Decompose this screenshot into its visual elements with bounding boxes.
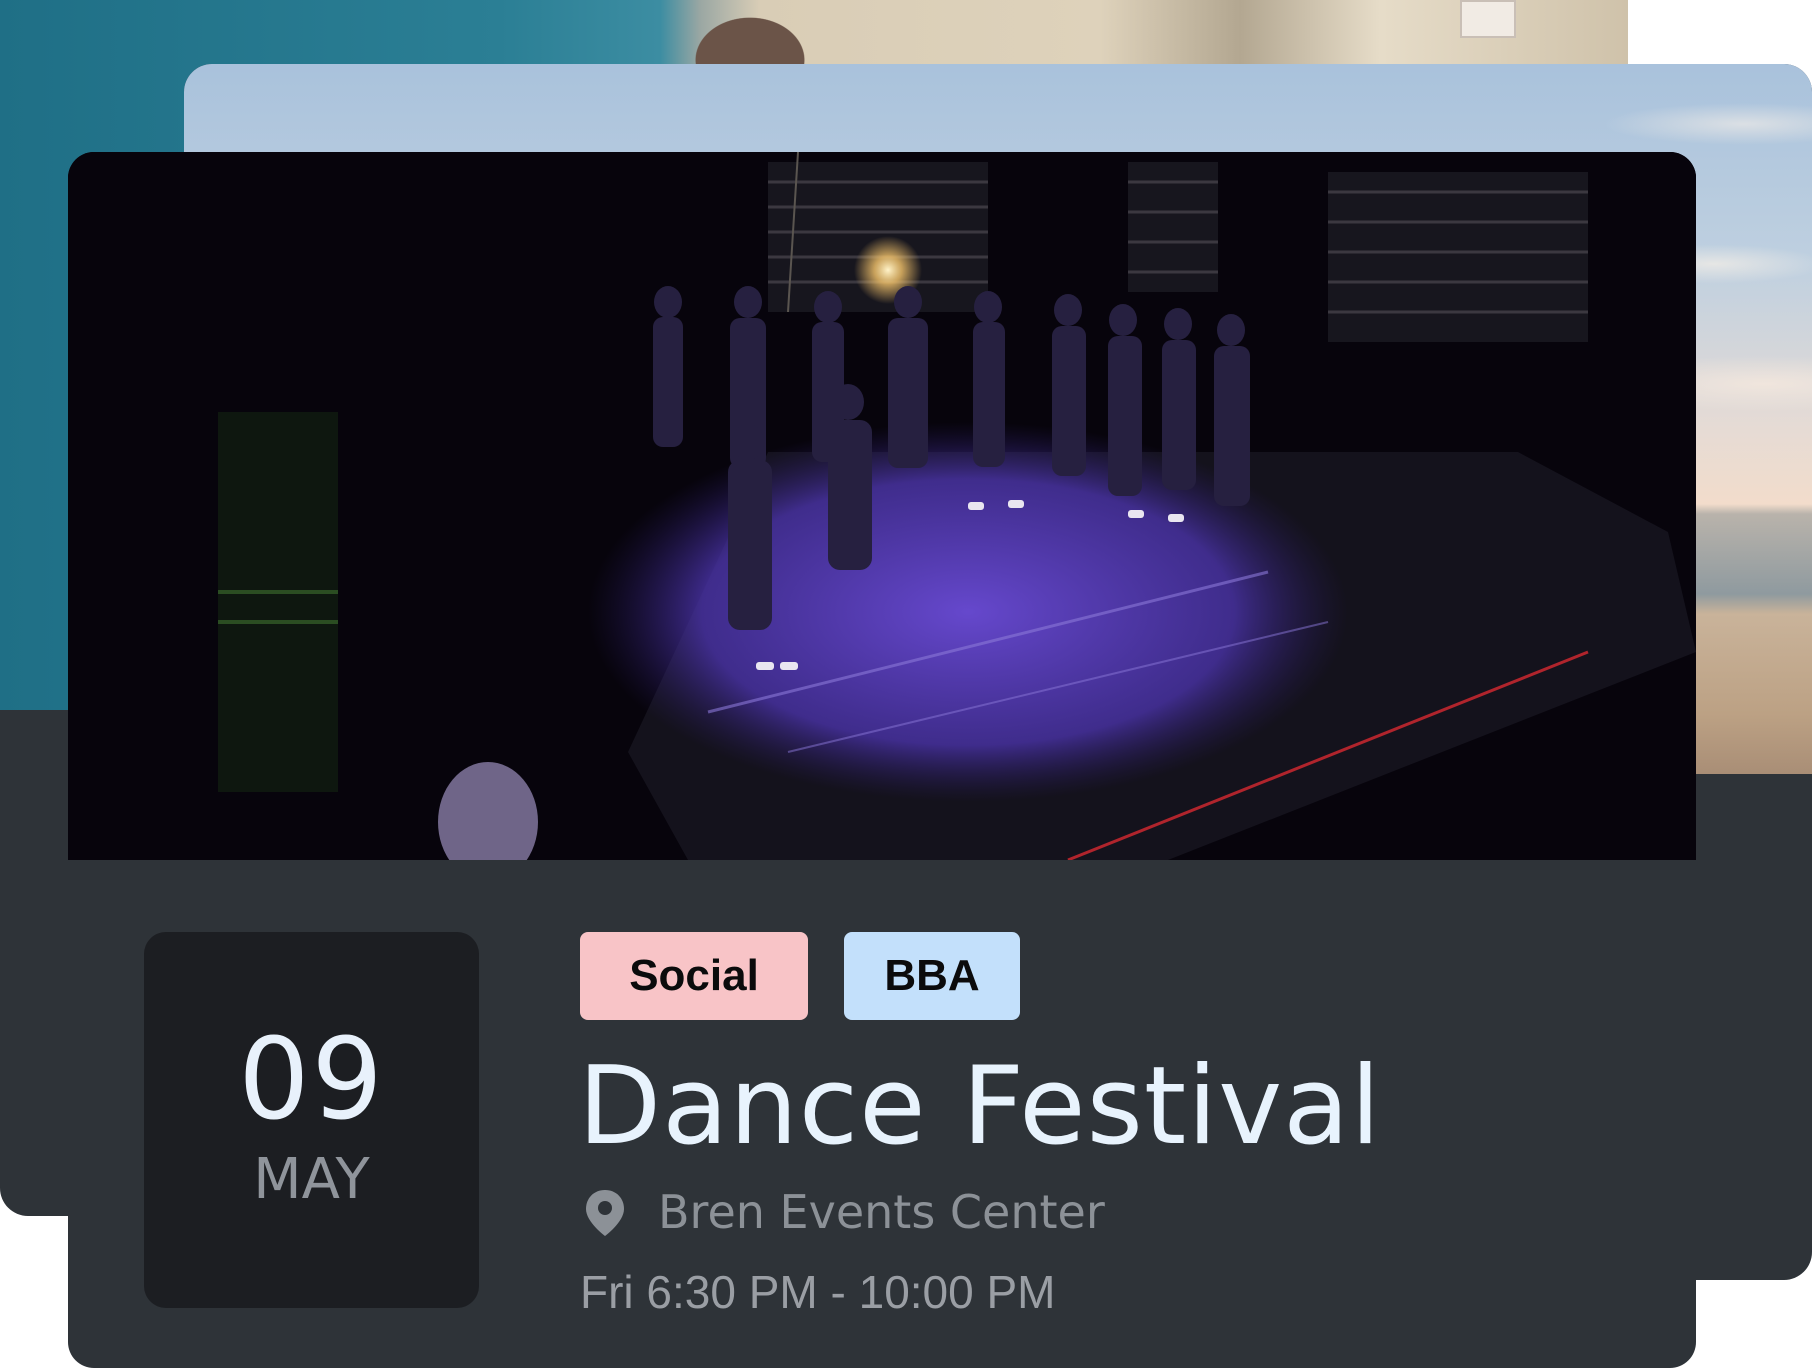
event-date-day: 09 xyxy=(238,1015,385,1145)
tag-social[interactable]: Social xyxy=(580,932,808,1020)
dance-stage-image xyxy=(68,152,1696,860)
event-location-text: Bren Events Center xyxy=(658,1185,1105,1239)
event-card[interactable]: 09 MAY Social BBA Dance Festival Bren Ev… xyxy=(68,152,1696,1368)
event-photo xyxy=(68,152,1696,860)
event-date-box: 09 MAY xyxy=(144,932,479,1308)
tag-bba[interactable]: BBA xyxy=(844,932,1020,1020)
event-date-month: MAY xyxy=(253,1147,370,1212)
event-time: Fri 6:30 PM - 10:00 PM xyxy=(580,1266,1056,1318)
map-pin-icon xyxy=(586,1190,624,1236)
event-title: Dance Festival xyxy=(578,1044,1382,1169)
